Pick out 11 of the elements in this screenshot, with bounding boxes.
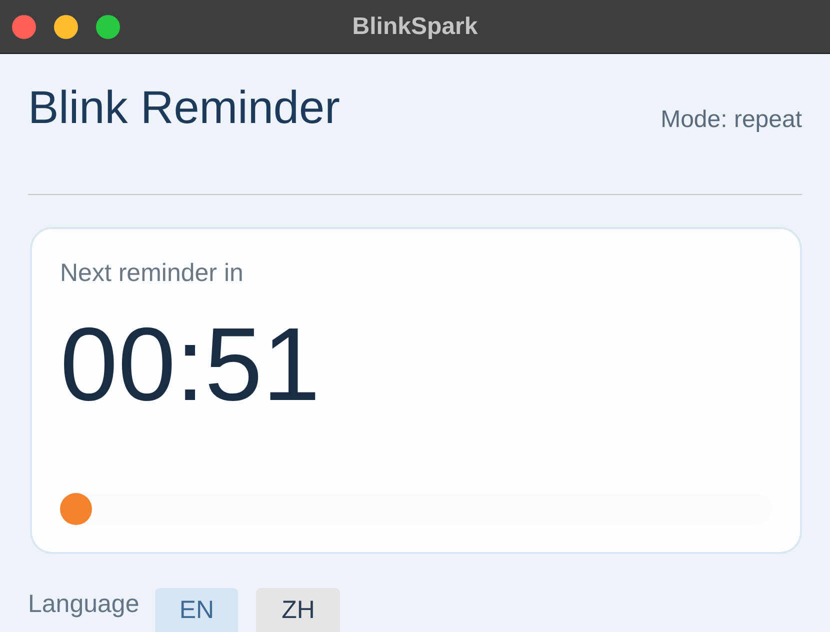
language-label: Language — [28, 589, 140, 620]
countdown-time: 00:51 — [60, 306, 320, 422]
countdown-label: Next reminder in — [60, 259, 244, 287]
app-title: Blink Reminder — [28, 84, 340, 130]
minimize-button[interactable] — [54, 14, 78, 38]
zoom-button[interactable] — [96, 14, 120, 38]
mode-label: Mode: repeat — [660, 105, 802, 135]
close-button[interactable] — [12, 14, 36, 38]
window-title: BlinkSpark — [352, 12, 478, 42]
language-button[interactable]: ZH — [256, 588, 340, 632]
language-button[interactable]: EN — [155, 588, 238, 632]
